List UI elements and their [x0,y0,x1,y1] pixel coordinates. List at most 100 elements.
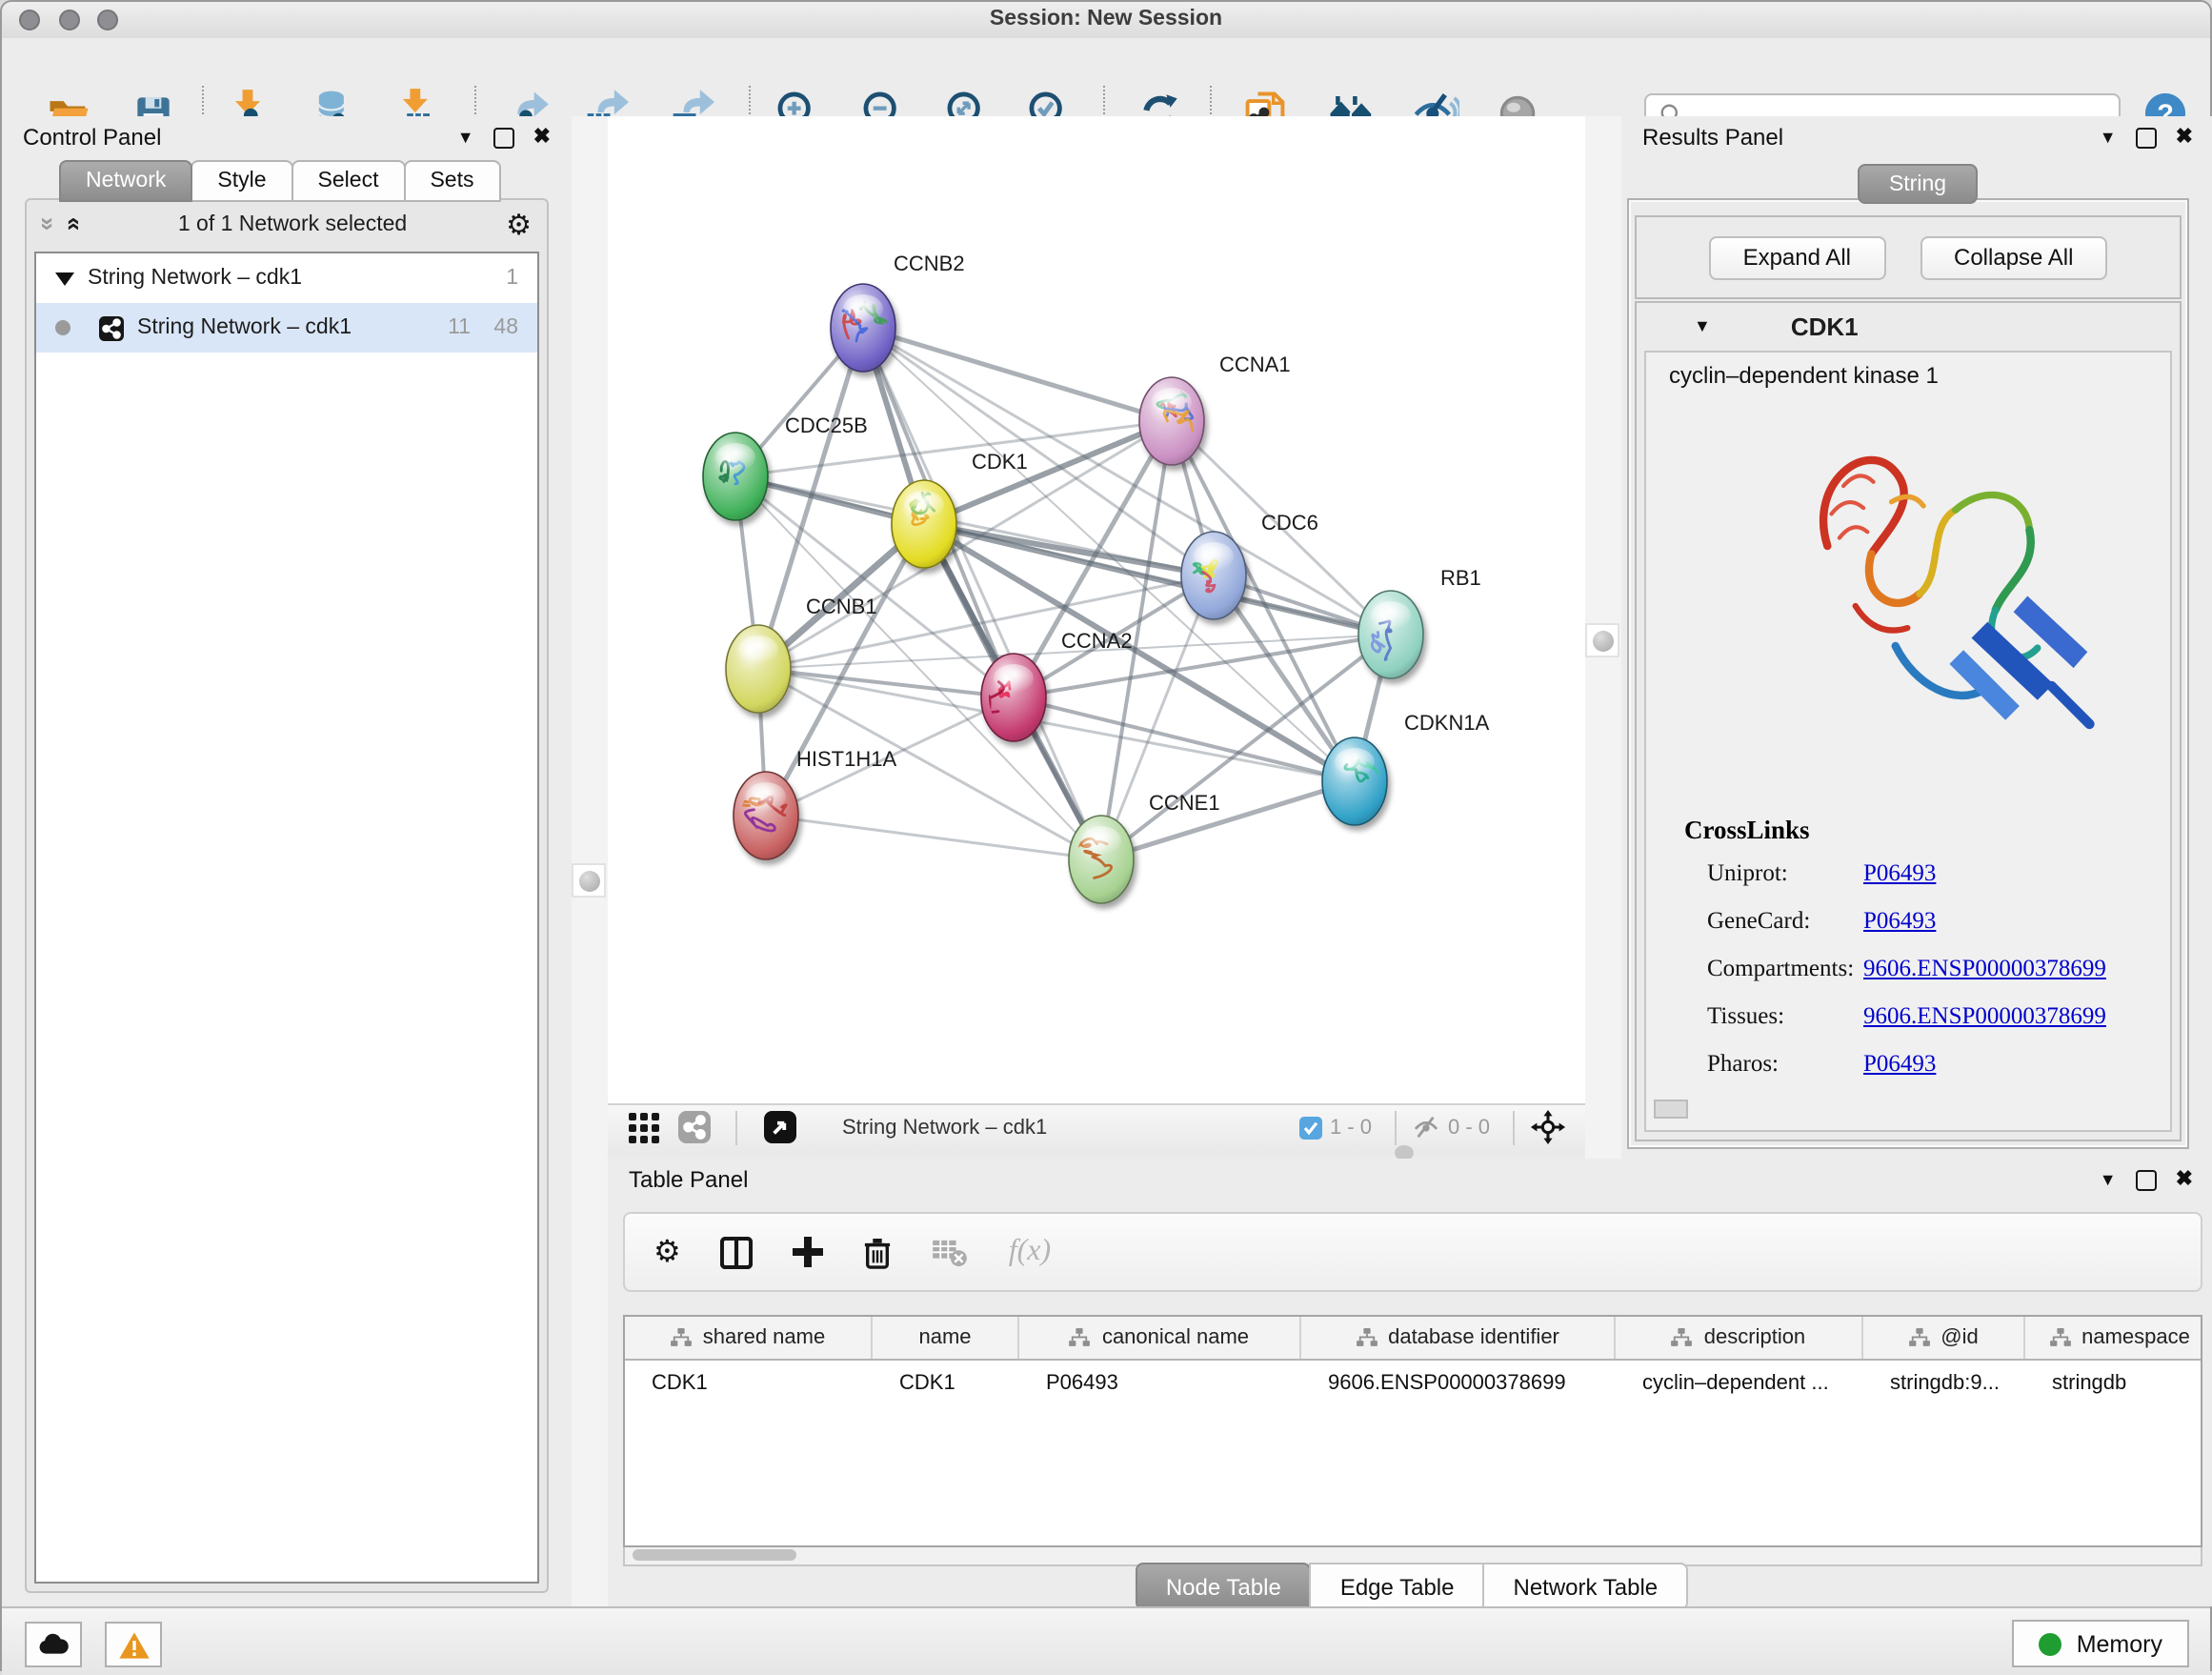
center-view-icon[interactable] [1530,1109,1566,1145]
table-panel: Table Panel ▼ ✖ ⚙ [608,1159,2212,1606]
crosslink-row: Tissues:9606.ENSP00000378699 [1707,1002,2155,1031]
gene-name: CDK1 [1791,313,1859,341]
column-header-canonical-name[interactable]: canonical name [1019,1317,1301,1359]
column-header-shared-name[interactable]: shared name [625,1317,873,1359]
protein-structure-image [1760,406,2122,806]
table-toolbar: ⚙ f(x) [623,1212,2202,1292]
network-edge-HIST1H1A-CCNE1[interactable] [766,816,1101,859]
node-table[interactable]: shared name namecanonical namedatabase id… [623,1315,2202,1547]
column-header--id[interactable]: @id [1863,1317,2025,1359]
column-type-icon [1908,1328,1929,1347]
network-edge-CCNB2-CCNA1[interactable] [863,328,1172,421]
expand-all-button[interactable]: Expand All [1709,235,1885,279]
network-view-panel: CCNB2CCNA1CDC25BCDK1CDC6RB1CCNB1CCNA2CDK… [608,116,1585,1159]
panel-menu-icon[interactable]: ▼ [457,129,474,146]
table-hscrollbar-thumb[interactable] [633,1549,796,1561]
network-edge-CCNB2-RB1[interactable] [863,328,1391,635]
crosslink-link[interactable]: P06493 [1863,907,1936,936]
warning-status-button[interactable] [105,1622,162,1667]
network-canvas[interactable]: CCNB2CCNA1CDC25BCDK1CDC6RB1CCNB1CCNA2CDK… [608,116,1585,1103]
network-view-title: String Network – cdk1 [842,1116,1047,1139]
collapse-all-networks-icon[interactable]: » [58,217,87,231]
function-builder-icon[interactable]: f(x) [1009,1235,1051,1269]
tab-string[interactable]: String [1859,164,1977,204]
memory-button[interactable]: Memory [2012,1620,2189,1667]
panel-menu-icon[interactable]: ▼ [2100,129,2117,146]
panel-close-icon[interactable]: ✖ [533,127,551,148]
left-splitter[interactable] [572,116,608,1606]
string-results-box: Expand All Collapse All ▼ CDK1 cyclin–de… [1627,198,2189,1149]
tab-style[interactable]: Style [191,160,292,202]
settings-gear-icon[interactable]: ⚙ [654,1233,681,1271]
network-node-HIST1H1A[interactable]: HIST1H1A [734,747,896,859]
collapse-all-button[interactable]: Collapse All [1920,235,2107,279]
panel-float-icon[interactable] [2136,1169,2157,1190]
table-row[interactable]: CDK1CDK1P064939606.ENSP00000378699cyclin… [625,1361,2201,1404]
results-scrollbar[interactable] [1654,1100,1688,1119]
cloud-status-button[interactable] [25,1622,82,1667]
node-label-CCNE1: CCNE1 [1149,791,1220,815]
node-label-CDKN1A: CDKN1A [1404,711,1490,735]
clear-table-icon[interactable] [933,1238,969,1266]
network-node-CCNA1[interactable]: CCNA1 [1139,353,1291,465]
grid-view-icon[interactable] [629,1112,659,1142]
tab-network-table[interactable]: Network Table [1483,1563,1689,1610]
network-edge-CDKN1A-CCNE1[interactable] [1101,781,1355,859]
panel-float-icon[interactable] [493,127,514,148]
crosslink-link[interactable]: 9606.ENSP00000378699 [1863,1002,2106,1031]
column-header-namespace[interactable]: namespace [2025,1317,2202,1359]
panel-close-icon[interactable]: ✖ [2176,127,2193,148]
tab-edge-table[interactable]: Edge Table [1310,1563,1485,1610]
column-header-description[interactable]: description [1616,1317,1863,1359]
panel-menu-icon[interactable]: ▼ [2100,1171,2117,1188]
node-gloss-highlight [843,294,883,323]
left-splitter-handle[interactable] [572,863,606,898]
right-splitter-handle[interactable] [1585,623,1619,657]
column-header-database-identifier[interactable]: database identifier [1301,1317,1616,1359]
panel-close-icon[interactable]: ✖ [2176,1169,2193,1190]
birdseye-view-icon[interactable] [764,1111,796,1143]
table-cell: stringdb:9... [1863,1361,2025,1404]
memory-status-dot [2039,1632,2061,1655]
tab-network[interactable]: Network [59,160,192,202]
columns-icon[interactable] [721,1236,754,1268]
selected-count: 1 - 0 [1330,1116,1372,1139]
network-node-CDKN1A[interactable]: CDKN1A [1322,711,1490,825]
hidden-eye-icon[interactable] [1412,1115,1440,1140]
control-panel-tabs: NetworkStyleSelectSets [59,160,499,202]
column-label: shared name [703,1326,825,1349]
crosslink-link[interactable]: P06493 [1863,1050,1936,1079]
gene-expander-icon[interactable]: ▼ [1694,318,1711,335]
delete-trash-icon[interactable] [864,1236,893,1268]
horizontal-splitter[interactable] [608,1149,1585,1159]
column-type-icon [1356,1328,1377,1347]
crosslink-link[interactable]: 9606.ENSP00000378699 [1863,955,2106,983]
network-node-RB1[interactable]: RB1 [1358,566,1481,678]
right-splitter[interactable] [1585,116,1621,1159]
node-label-RB1: RB1 [1440,566,1481,590]
crosslink-link[interactable]: P06493 [1863,859,1936,888]
network-collection-row[interactable]: String Network – cdk1 1 [36,253,537,303]
results-button-row: Expand All Collapse All [1635,215,2182,299]
panel-float-icon[interactable] [2136,127,2157,148]
collection-expander-icon[interactable] [55,272,74,285]
toolbar-separator [1395,1110,1397,1144]
crosslink-label: Pharos: [1707,1050,1863,1079]
node-label-CCNB2: CCNB2 [894,252,965,275]
table-header-row: shared name namecanonical namedatabase id… [625,1317,2201,1361]
selection-checkbox-icon[interactable] [1299,1116,1322,1139]
add-row-plus-icon[interactable] [794,1237,824,1267]
network-edge-CCNB2-CCNE1[interactable] [863,328,1101,859]
table-cell: P06493 [1019,1361,1301,1404]
column-header-name[interactable]: name [873,1317,1019,1359]
tab-sets[interactable]: Sets [403,160,500,202]
network-graph[interactable]: CCNB2CCNA1CDC25BCDK1CDC6RB1CCNB1CCNA2CDK… [608,116,1585,1103]
share-view-icon[interactable] [678,1111,711,1143]
network-options-gear-icon[interactable]: ⚙ [506,207,532,241]
tab-select[interactable]: Select [292,160,406,202]
crosslinks-title: CrossLinks [1684,816,1810,846]
tab-node-table[interactable]: Node Table [1136,1563,1312,1610]
network-row[interactable]: String Network – cdk1 11 48 [36,303,537,353]
main-toolbar: ? [2,38,2210,118]
title-bar[interactable]: Session: New Session [2,2,2210,40]
